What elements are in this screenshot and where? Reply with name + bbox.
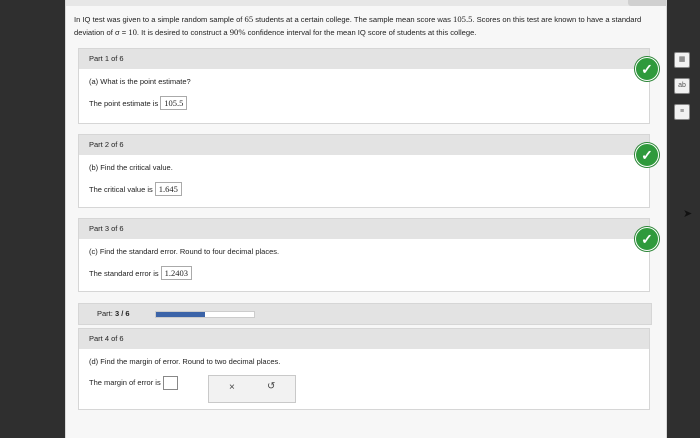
part-3-prompt: The standard error is xyxy=(89,269,159,278)
part-3-question: (c) Find the standard error. Round to fo… xyxy=(89,247,280,256)
progress-row: Part: 3 / 6 xyxy=(78,303,652,325)
formula-icon[interactable]: ab xyxy=(674,78,690,94)
part-4-question: (d) Find the margin of error. Round to t… xyxy=(89,357,281,366)
top-bar xyxy=(66,0,666,6)
part-4-prompt: The margin of error is xyxy=(89,377,161,387)
top-tab[interactable] xyxy=(628,0,666,6)
undo-icon[interactable]: ↺ xyxy=(267,381,275,392)
part-1-prompt: The point estimate is xyxy=(89,99,159,108)
answer-toolbar: × ↺ xyxy=(208,375,296,403)
problem-text: confidence interval for the mean IQ scor… xyxy=(245,28,477,37)
part-2-header: Part 2 of 6 xyxy=(79,135,649,155)
progress-label: Part: 3 / 6 xyxy=(97,309,130,318)
calculator-icon[interactable]: ▦ xyxy=(674,52,690,68)
side-toolbar: ▦ ab ≡ xyxy=(674,52,690,130)
confidence-level: 90% xyxy=(229,27,246,37)
clear-icon[interactable]: × xyxy=(229,382,235,393)
progress-track xyxy=(155,311,255,318)
progress-prefix: Part: xyxy=(97,309,113,318)
progress-fill xyxy=(156,312,205,317)
part-4-answer-row: The margin of error is xyxy=(89,376,639,390)
part-3-header: Part 3 of 6 xyxy=(79,219,649,239)
part-1-answer-row: The point estimate is 105.5 xyxy=(89,96,639,110)
sample-mean: 105.5 xyxy=(453,14,473,24)
part-2-check-icon: ✓ xyxy=(635,143,659,167)
progress-value: 3 / 6 xyxy=(114,309,130,318)
problem-statement: In IQ test was given to a simple random … xyxy=(74,13,664,39)
part-4-header: Part 4 of 6 xyxy=(79,329,649,349)
part-3-answer-row: The standard error is 1.2403 xyxy=(89,266,639,280)
part-2-panel: Part 2 of 6 (b) Find the critical value.… xyxy=(78,134,659,208)
problem-text: In IQ test was given to a simple random … xyxy=(74,15,245,24)
sigma-value: 10 xyxy=(128,27,137,37)
part-2-prompt: The critical value is xyxy=(89,185,153,194)
problem-page: In IQ test was given to a simple random … xyxy=(66,0,666,438)
point-estimate-answer[interactable]: 105.5 xyxy=(160,96,188,110)
standard-error-answer[interactable]: 1.2403 xyxy=(160,266,192,280)
part-1-panel: Part 1 of 6 (a) What is the point estima… xyxy=(78,48,659,124)
mouse-cursor-icon: ➤ xyxy=(683,208,693,220)
part-1-check-icon: ✓ xyxy=(635,57,659,81)
part-1-header: Part 1 of 6 xyxy=(79,49,649,69)
margin-of-error-input[interactable] xyxy=(162,376,178,390)
part-3-panel: Part 3 of 6 (c) Find the standard error.… xyxy=(78,218,659,292)
part-1-question: (a) What is the point estimate? xyxy=(89,77,191,86)
part-2-answer-row: The critical value is 1.645 xyxy=(89,182,639,196)
problem-text: students at a certain college. The sampl… xyxy=(253,15,454,24)
notes-icon[interactable]: ≡ xyxy=(674,104,690,120)
problem-text: . It is desired to construct a xyxy=(136,28,230,37)
sample-size: 65 xyxy=(244,14,254,24)
part-4-panel: Part 4 of 6 (d) Find the margin of error… xyxy=(78,328,650,410)
part-3-check-icon: ✓ xyxy=(635,227,659,251)
part-2-question: (b) Find the critical value. xyxy=(89,163,173,172)
critical-value-answer[interactable]: 1.645 xyxy=(154,182,182,196)
